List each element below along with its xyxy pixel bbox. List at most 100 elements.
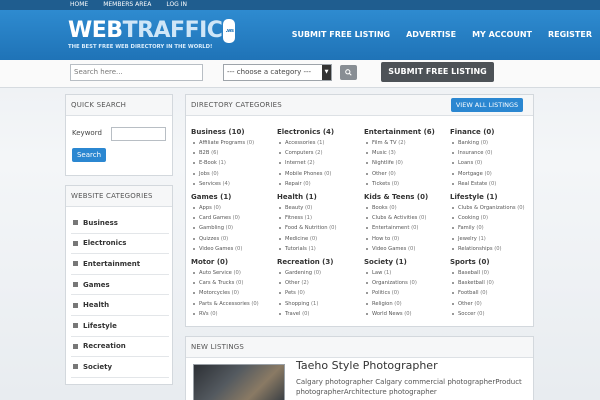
subcategory-count: (4) — [222, 180, 230, 187]
directory-subcategory[interactable]: Accessories (1) — [277, 138, 363, 148]
directory-subcategory[interactable]: Jewelry (1) — [450, 234, 536, 244]
directory-subcategory[interactable]: Quizzes (0) — [191, 234, 277, 244]
directory-subcategory[interactable]: E-Book (1) — [191, 158, 277, 168]
website-category-item[interactable]: Recreation — [71, 337, 169, 358]
nav-advertise[interactable]: ADVERTISE — [406, 30, 456, 39]
directory-subcategory[interactable]: Music (3) — [364, 148, 450, 158]
nav-my-account[interactable]: MY ACCOUNT — [472, 30, 532, 39]
nav-register[interactable]: REGISTER — [548, 30, 592, 39]
view-all-listings-button[interactable]: VIEW ALL LISTINGS — [451, 98, 523, 112]
directory-category-title[interactable]: Kids & Teens (0) — [364, 193, 450, 201]
directory-subcategory[interactable]: Tickets (0) — [364, 179, 450, 189]
directory-subcategory[interactable]: How to (0) — [364, 234, 450, 244]
directory-category-title[interactable]: Finance (0) — [450, 128, 536, 136]
directory-category-title[interactable]: Games (1) — [191, 193, 277, 201]
directory-subcategory[interactable]: Fitness (1) — [277, 213, 363, 223]
directory-subcategory[interactable]: Auto Service (0) — [191, 268, 277, 278]
directory-subcategory[interactable]: Affiliate Programs (0) — [191, 138, 277, 148]
directory-subcategory[interactable]: Jobs (0) — [191, 169, 277, 179]
directory-subcategory[interactable]: Card Games (0) — [191, 213, 277, 223]
directory-subcategory[interactable]: Internet (2) — [277, 158, 363, 168]
directory-subcategory[interactable]: Video Games (0) — [191, 244, 277, 254]
directory-subcategory[interactable]: Law (1) — [364, 268, 450, 278]
directory-subcategory[interactable]: Basketball (0) — [450, 278, 536, 288]
directory-subcategory[interactable]: Baseball (0) — [450, 268, 536, 278]
directory-subcategory[interactable]: Other (0) — [450, 299, 536, 309]
listing-thumbnail[interactable] — [193, 364, 285, 400]
directory-category-title[interactable]: Society (1) — [364, 258, 450, 266]
directory-subcategory[interactable]: RVs (0) — [191, 309, 277, 319]
directory-subcategory[interactable]: Cars & Trucks (0) — [191, 278, 277, 288]
directory-subcategory[interactable]: Nightlife (0) — [364, 158, 450, 168]
directory-subcategory[interactable]: Repair (0) — [277, 179, 363, 189]
directory-subcategory[interactable]: Video Games (0) — [364, 244, 450, 254]
directory-category-title[interactable]: Business (10) — [191, 128, 277, 136]
directory-subcategory[interactable]: Relationships (0) — [450, 244, 536, 254]
nav-submit-free-listing[interactable]: SUBMIT FREE LISTING — [292, 30, 390, 39]
directory-subcategory[interactable]: Entertainment (0) — [364, 223, 450, 233]
directory-subcategory[interactable]: Other (2) — [277, 278, 363, 288]
top-link-login[interactable]: LOG IN — [166, 1, 187, 8]
directory-category-title[interactable]: Electronics (4) — [277, 128, 363, 136]
directory-subcategory[interactable]: Computers (2) — [277, 148, 363, 158]
directory-category-title[interactable]: Health (1) — [277, 193, 363, 201]
directory-subcategory[interactable]: Soccer (0) — [450, 309, 536, 319]
directory-subcategory[interactable]: Mobile Phones (0) — [277, 169, 363, 179]
website-category-item[interactable]: Health — [71, 295, 169, 316]
website-category-item[interactable]: Electronics — [71, 234, 169, 255]
directory-subcategory[interactable]: Clubs & Activities (0) — [364, 213, 450, 223]
top-link-members-area[interactable]: MEMBERS AREA — [103, 1, 151, 8]
directory-subcategory[interactable]: Banking (0) — [450, 138, 536, 148]
keyword-input[interactable] — [111, 127, 166, 141]
submit-free-listing-button[interactable]: SUBMIT FREE LISTING — [381, 62, 494, 82]
directory-subcategory[interactable]: Pets (0) — [277, 288, 363, 298]
search-button[interactable] — [340, 65, 357, 80]
site-logo[interactable]: WEBTRAFFIC .ws THE BEST FREE WEB DIRECTOR… — [68, 19, 236, 53]
directory-subcategory[interactable]: Gardening (0) — [277, 268, 363, 278]
directory-subcategory[interactable]: Food & Nutrition (0) — [277, 223, 363, 233]
directory-category-title[interactable]: Sports (0) — [450, 258, 536, 266]
listing-title[interactable]: Taeho Style Photographer — [296, 359, 438, 372]
directory-subcategory[interactable]: World News (0) — [364, 309, 450, 319]
top-link-home[interactable]: HOME — [70, 1, 88, 8]
directory-category-title[interactable]: Entertainment (6) — [364, 128, 450, 136]
directory-subcategory[interactable]: B2B (6) — [191, 148, 277, 158]
directory-subcategory[interactable]: Cooking (0) — [450, 213, 536, 223]
directory-subcategory[interactable]: Motorcycles (0) — [191, 288, 277, 298]
website-category-item[interactable]: Society — [71, 357, 169, 378]
directory-subcategory[interactable]: Books (0) — [364, 203, 450, 213]
website-category-item[interactable]: Games — [71, 275, 169, 296]
directory-category-title[interactable]: Lifestyle (1) — [450, 193, 536, 201]
directory-subcategory[interactable]: Football (0) — [450, 288, 536, 298]
directory-subcategory[interactable]: Parts & Accessories (0) — [191, 299, 277, 309]
directory-subcategory[interactable]: Beauty (0) — [277, 203, 363, 213]
directory-subcategory[interactable]: Mortgage (0) — [450, 169, 536, 179]
subcategory-name: Other — [458, 300, 473, 307]
directory-subcategory[interactable]: Religion (0) — [364, 299, 450, 309]
directory-subcategory[interactable]: Clubs & Organizations (0) — [450, 203, 536, 213]
category-select[interactable]: --- choose a category --- ▼ — [223, 64, 332, 81]
directory-subcategory[interactable]: Politics (0) — [364, 288, 450, 298]
directory-subcategory[interactable]: Shopping (1) — [277, 299, 363, 309]
directory-subcategory[interactable]: Travel (0) — [277, 309, 363, 319]
directory-subcategory[interactable]: Services (4) — [191, 179, 277, 189]
directory-category-title[interactable]: Recreation (3) — [277, 258, 363, 266]
directory-subcategory[interactable]: Gambling (0) — [191, 223, 277, 233]
directory-category-title[interactable]: Motor (0) — [191, 258, 277, 266]
directory-subcategory[interactable]: Medicine (0) — [277, 234, 363, 244]
directory-subcategory[interactable]: Apps (0) — [191, 203, 277, 213]
directory-subcategory[interactable]: Organizations (0) — [364, 278, 450, 288]
directory-subcategory[interactable]: Family (0) — [450, 223, 536, 233]
quick-search-button[interactable]: Search — [72, 148, 106, 162]
directory-subcategory[interactable]: Real Estate (0) — [450, 179, 536, 189]
directory-subcategory[interactable]: Film & TV (2) — [364, 138, 450, 148]
directory-subcategory[interactable]: Insurance (0) — [450, 148, 536, 158]
website-categories-list: Business Electronics Entertainment Games Hea… — [71, 213, 169, 378]
website-category-item[interactable]: Entertainment — [71, 254, 169, 275]
directory-subcategory[interactable]: Tutorials (1) — [277, 244, 363, 254]
website-category-item[interactable]: Business — [71, 213, 169, 234]
directory-subcategory[interactable]: Other (0) — [364, 169, 450, 179]
search-input[interactable]: Search here... — [70, 64, 203, 81]
directory-subcategory[interactable]: Loans (0) — [450, 158, 536, 168]
website-category-item[interactable]: Lifestyle — [71, 316, 169, 337]
